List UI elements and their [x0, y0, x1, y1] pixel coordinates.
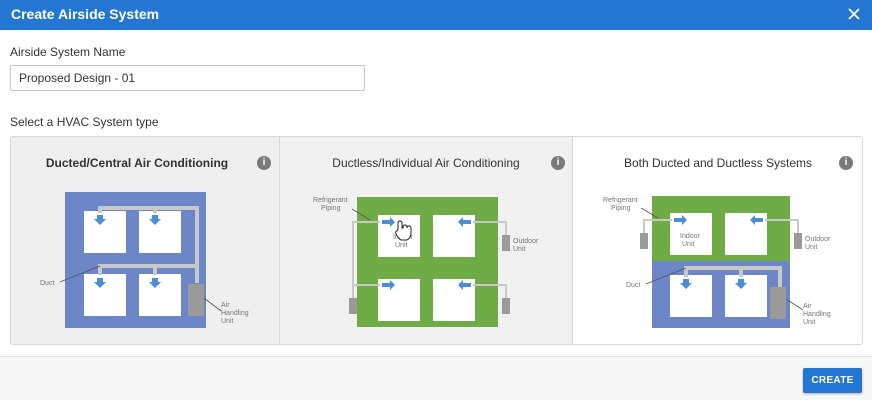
option-ductless-card[interactable]: Ductless/Individual Air Conditioning i R… — [280, 137, 573, 344]
refrigerant-piping-label: Refrigerant — [313, 197, 348, 204]
indoor-unit-label: Unit — [395, 242, 408, 249]
ahu-label: Air — [221, 302, 230, 309]
outdoor-unit-label: Unit — [513, 246, 526, 253]
outdoor-unit — [640, 233, 648, 249]
combined-diagram: Refrigerant Piping Indoor Unit Outdoor U… — [603, 196, 831, 328]
info-icon[interactable]: i — [839, 156, 853, 170]
outdoor-unit — [349, 298, 357, 314]
hvac-type-label: Select a HVAC System type — [10, 115, 159, 129]
duct-label: Duct — [40, 280, 54, 287]
outdoor-unit — [502, 235, 510, 251]
duct-label: Duct — [626, 282, 640, 289]
option-ductless-title: Ductless/Individual Air Conditioning — [332, 156, 520, 170]
outdoor-unit-label: Unit — [805, 244, 818, 251]
outdoor-unit — [794, 233, 802, 249]
room — [670, 275, 712, 317]
ahu-label: Handling — [221, 310, 249, 317]
info-icon[interactable]: i — [551, 156, 565, 170]
indoor-unit-label: Unit — [682, 241, 695, 248]
outdoor-unit-label: Outdoor — [805, 236, 831, 243]
ahu-label: Handling — [803, 311, 831, 318]
air-handling-unit — [770, 287, 786, 319]
refrigerant-piping-label: Piping — [611, 205, 631, 212]
indoor-unit-label: Indoor — [680, 233, 701, 240]
refrigerant-piping-label: Piping — [321, 205, 341, 212]
room — [139, 274, 181, 316]
info-icon[interactable]: i — [257, 156, 271, 170]
dialog-header: Create Airside System — [0, 0, 872, 30]
hvac-type-options: Ducted/Central Air Conditioning i Duct A… — [10, 136, 863, 345]
system-name-input[interactable] — [10, 65, 365, 91]
system-name-label: Airside System Name — [10, 45, 126, 59]
ducted-diagram: Duct Air Handling Unit — [40, 192, 249, 328]
ahu-label: Unit — [803, 319, 816, 326]
dialog-title: Create Airside System — [11, 6, 160, 22]
room — [725, 275, 767, 317]
close-icon[interactable] — [844, 4, 864, 24]
option-ducted-title: Ducted/Central Air Conditioning — [45, 156, 229, 170]
refrigerant-piping-label: Refrigerant — [603, 197, 638, 204]
ductless-diagram: Refrigerant Piping Indoor Unit Outdoor U… — [313, 197, 539, 327]
room — [84, 274, 126, 316]
create-button[interactable]: CREATE — [803, 368, 862, 393]
ahu-label: Air — [803, 303, 812, 310]
room — [84, 211, 126, 253]
dialog-footer — [0, 356, 872, 400]
room — [139, 211, 181, 253]
option-both-card[interactable]: Both Ducted and Ductless Systems i Refri… — [573, 137, 862, 344]
option-both-title: Both Ducted and Ductless Systems — [623, 156, 813, 170]
ahu-label: Unit — [221, 318, 234, 325]
outdoor-unit-label: Outdoor — [513, 238, 539, 245]
option-ducted-card[interactable]: Ducted/Central Air Conditioning i Duct A… — [11, 137, 280, 344]
outdoor-unit — [502, 298, 510, 314]
air-handling-unit — [188, 284, 204, 316]
